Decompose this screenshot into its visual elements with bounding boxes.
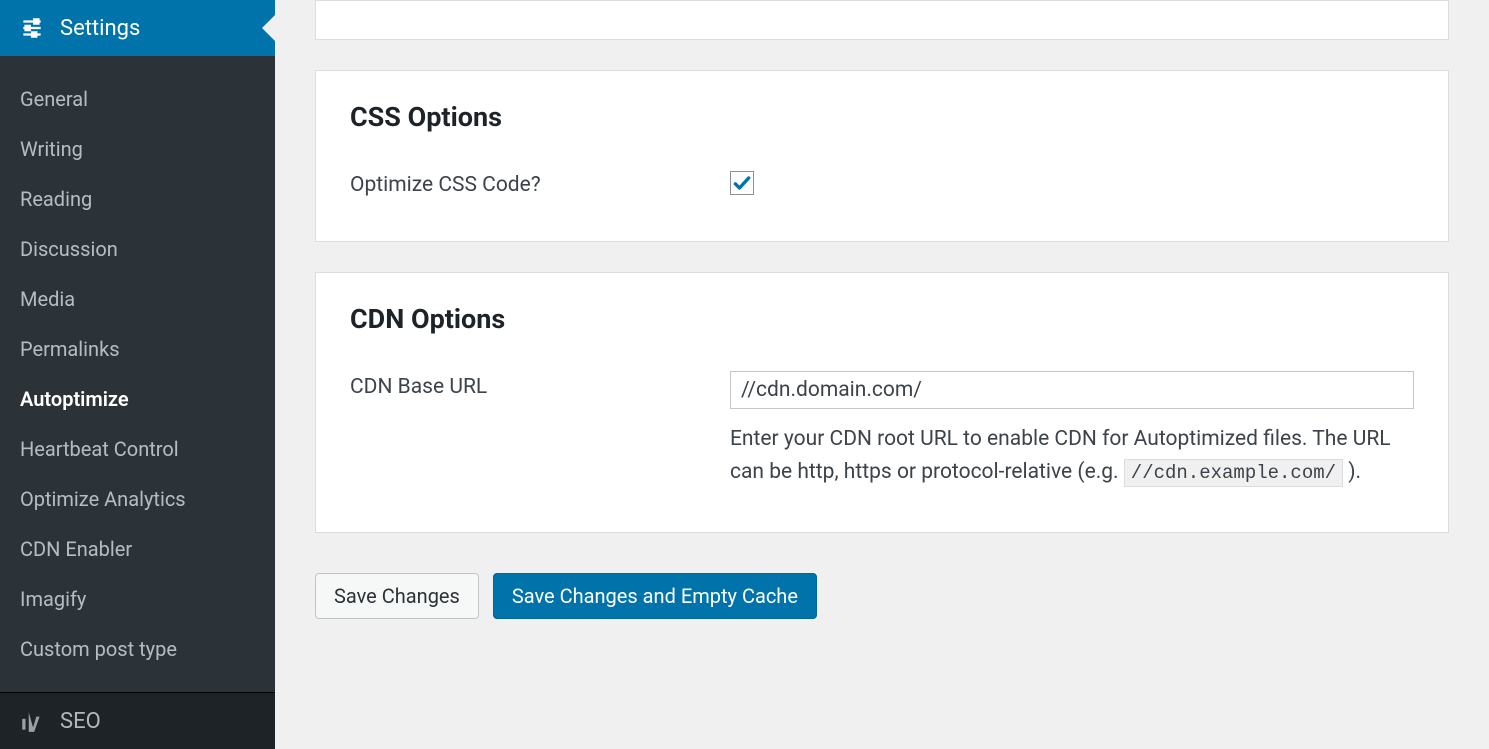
sidebar-item-reading[interactable]: Reading <box>0 174 275 224</box>
sidebar-menu-seo-label: SEO <box>60 709 101 734</box>
active-menu-pointer-icon <box>262 14 276 42</box>
cdn-base-url-row: CDN Base URL Enter your CDN root URL to … <box>350 371 1414 488</box>
cdn-options-panel: CDN Options CDN Base URL Enter your CDN … <box>315 272 1449 533</box>
sidebar-item-custom-post-type[interactable]: Custom post type <box>0 624 275 674</box>
sidebar-item-cdn-enabler[interactable]: CDN Enabler <box>0 524 275 574</box>
sidebar-item-label: Autoptimize <box>20 387 129 411</box>
cdn-base-url-description: Enter your CDN root URL to enable CDN fo… <box>730 423 1414 488</box>
css-options-heading: CSS Options <box>350 101 1414 133</box>
sidebar-item-writing[interactable]: Writing <box>0 124 275 174</box>
yoast-seo-icon <box>18 707 46 735</box>
sidebar-menu-settings[interactable]: Settings <box>0 0 275 56</box>
action-buttons: Save Changes Save Changes and Empty Cach… <box>315 573 1449 619</box>
sidebar-item-media[interactable]: Media <box>0 274 275 324</box>
cdn-base-url-label: CDN Base URL <box>350 371 730 399</box>
description-text-2: ). <box>1343 460 1361 484</box>
css-options-panel: CSS Options Optimize CSS Code? <box>315 70 1449 242</box>
sidebar-item-heartbeat-control[interactable]: Heartbeat Control <box>0 424 275 474</box>
settings-sliders-icon <box>18 14 46 42</box>
admin-sidebar: Settings General Writing Reading Discuss… <box>0 0 275 749</box>
sidebar-item-permalinks[interactable]: Permalinks <box>0 324 275 374</box>
sidebar-item-discussion[interactable]: Discussion <box>0 224 275 274</box>
optimize-css-checkbox[interactable] <box>730 171 754 195</box>
sidebar-item-label: Optimize Analytics <box>20 487 186 511</box>
save-changes-button[interactable]: Save Changes <box>315 573 479 619</box>
sidebar-menu-seo[interactable]: SEO <box>0 692 275 749</box>
description-code: //cdn.example.com/ <box>1124 459 1343 487</box>
sidebar-item-label: Custom post type <box>20 637 177 661</box>
panel-above-fold <box>315 0 1449 40</box>
sidebar-item-label: Writing <box>20 137 83 161</box>
settings-submenu: General Writing Reading Discussion Media… <box>0 56 275 692</box>
main-content: CSS Options Optimize CSS Code? CDN Optio… <box>275 0 1489 749</box>
sidebar-item-label: Media <box>20 287 75 311</box>
cdn-base-url-input[interactable] <box>730 371 1414 409</box>
sidebar-item-optimize-analytics[interactable]: Optimize Analytics <box>0 474 275 524</box>
sidebar-menu-settings-label: Settings <box>60 16 140 41</box>
sidebar-item-autoptimize[interactable]: Autoptimize <box>0 374 275 424</box>
cdn-options-heading: CDN Options <box>350 303 1414 335</box>
sidebar-item-label: CDN Enabler <box>20 537 132 561</box>
optimize-css-row: Optimize CSS Code? <box>350 169 1414 197</box>
sidebar-item-label: Discussion <box>20 237 118 261</box>
sidebar-item-label: General <box>20 87 88 111</box>
sidebar-item-imagify[interactable]: Imagify <box>0 574 275 624</box>
optimize-css-label: Optimize CSS Code? <box>350 169 730 197</box>
sidebar-item-general[interactable]: General <box>0 74 275 124</box>
save-changes-empty-cache-button[interactable]: Save Changes and Empty Cache <box>493 573 817 619</box>
sidebar-item-label: Imagify <box>20 587 86 611</box>
sidebar-item-label: Heartbeat Control <box>20 437 179 461</box>
sidebar-item-label: Permalinks <box>20 337 120 361</box>
sidebar-item-label: Reading <box>20 187 92 211</box>
